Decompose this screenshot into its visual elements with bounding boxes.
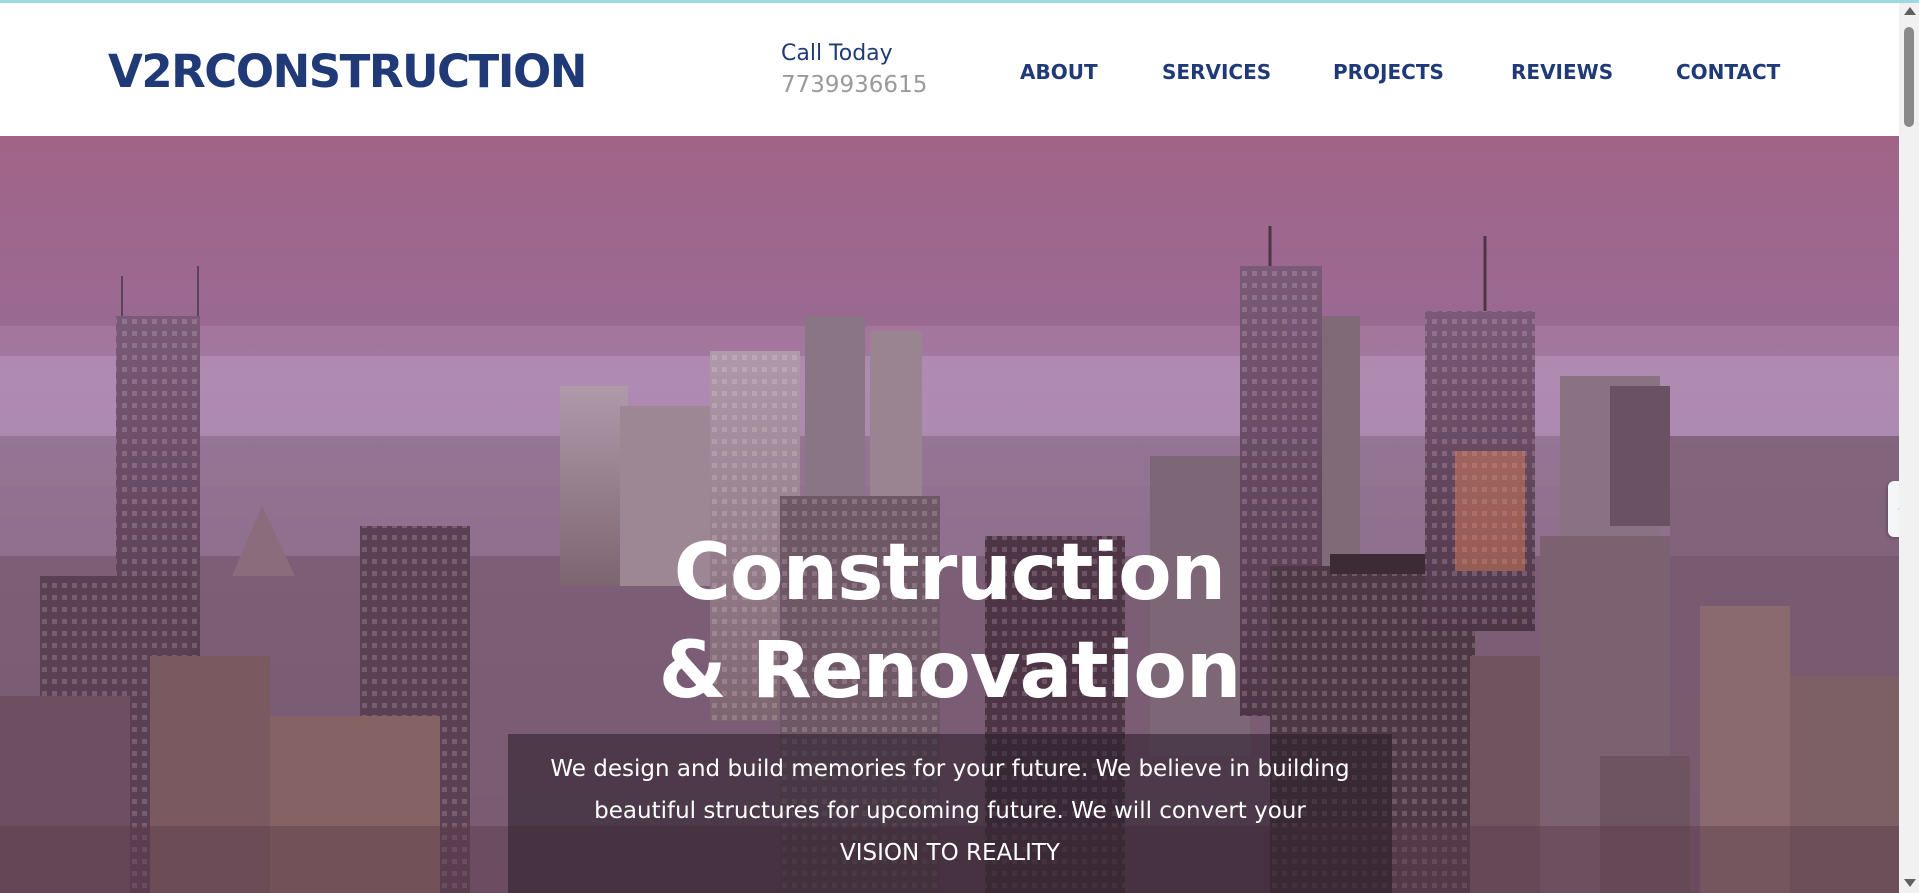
site-header: V2RCONSTRUCTION Call Today 7739936615 AB… [0, 3, 1899, 136]
hero-banner: Construction & Renovation We design and … [0, 136, 1899, 893]
scroll-down-arrow-icon[interactable] [1904, 879, 1916, 887]
hero-tagline-panel: We design and build memories for your fu… [508, 734, 1392, 893]
hero-tagline-line-2: beautiful structures for upcoming future… [594, 798, 1306, 824]
hero-tagline-line-1: We design and build memories for your fu… [550, 756, 1350, 782]
scrollbar-thumb[interactable] [1904, 27, 1914, 127]
hero-title-line-2: & Renovation [658, 626, 1242, 716]
hero-title-line-1: Construction [673, 528, 1226, 618]
vertical-scrollbar[interactable] [1899, 3, 1919, 893]
main-nav: ABOUT SERVICES PROJECTS REVIEWS CONTACT [0, 60, 1899, 90]
nav-item-projects[interactable]: PROJECTS [1333, 60, 1444, 84]
nav-item-about[interactable]: ABOUT [1020, 60, 1098, 84]
nav-item-reviews[interactable]: REVIEWS [1511, 60, 1613, 84]
nav-item-services[interactable]: SERVICES [1162, 60, 1271, 84]
nav-item-contact[interactable]: CONTACT [1676, 60, 1780, 84]
scroll-up-arrow-icon[interactable] [1904, 7, 1916, 15]
hero-tagline-line-3: VISION TO REALITY [840, 840, 1060, 866]
